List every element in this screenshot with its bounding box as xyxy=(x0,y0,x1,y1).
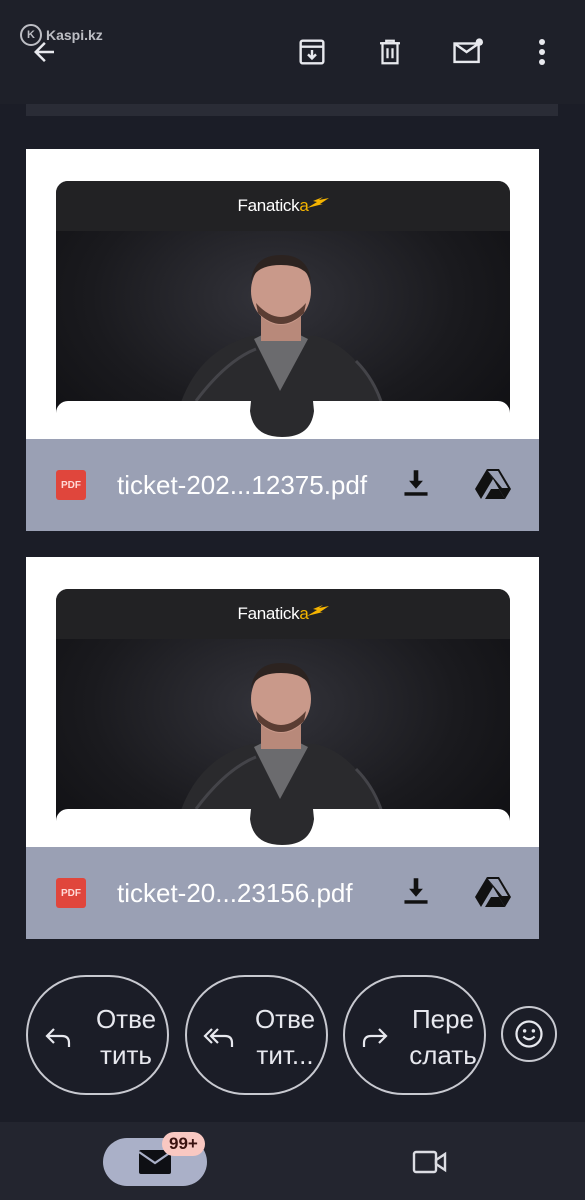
delete-button[interactable] xyxy=(370,32,410,72)
reply-all-label: Отве тит... xyxy=(254,1004,316,1070)
attachment-filename[interactable]: ticket-20...23156.pdf xyxy=(117,878,353,909)
mark-unread-button[interactable] xyxy=(448,32,488,72)
reply-all-icon xyxy=(203,1028,234,1047)
collapsed-message-strip xyxy=(26,104,558,116)
preview-header: Fanaticka xyxy=(56,181,510,231)
attachment-filename[interactable]: ticket-202...12375.pdf xyxy=(117,470,367,501)
attachment-footer: PDF ticket-202...12375.pdf xyxy=(26,439,539,531)
reply-button[interactable]: Отве тить xyxy=(26,975,169,1095)
save-to-drive-button[interactable] xyxy=(475,875,511,911)
reply-label: Отве тить xyxy=(95,1004,157,1070)
forward-icon xyxy=(362,1028,388,1047)
more-vert-icon xyxy=(539,39,545,65)
attachment-preview: Fanaticka xyxy=(56,589,510,859)
archive-button[interactable] xyxy=(292,32,332,72)
watermark: K Kaspi.kz xyxy=(20,24,103,46)
archive-icon xyxy=(299,39,325,65)
download-icon xyxy=(404,878,428,904)
mail-unread-icon xyxy=(453,38,484,64)
google-drive-icon xyxy=(475,469,511,499)
trash-icon xyxy=(380,39,400,65)
attachment-card[interactable]: Fanaticka PDF ticket-20...23156.pdf xyxy=(26,557,539,939)
google-drive-icon xyxy=(475,877,511,907)
attachment-footer: PDF ticket-20...23156.pdf xyxy=(26,847,539,939)
save-to-drive-button[interactable] xyxy=(475,467,511,503)
unread-count-badge: 99+ xyxy=(162,1132,205,1156)
attachment-preview: Fanaticka xyxy=(56,181,510,451)
brand-logo: Fanaticka xyxy=(237,604,309,623)
watermark-text: Kaspi.kz xyxy=(46,27,103,43)
brand-logo: Fanaticka xyxy=(237,196,309,215)
reply-all-button[interactable]: Отве тит... xyxy=(185,975,328,1095)
download-button[interactable] xyxy=(402,468,430,502)
pdf-file-icon: PDF xyxy=(56,470,86,500)
pdf-file-icon: PDF xyxy=(56,878,86,908)
nav-meet-tab[interactable] xyxy=(408,1142,452,1182)
emoji-reaction-button[interactable] xyxy=(501,1006,557,1062)
brand-flame-icon xyxy=(306,197,329,208)
video-camera-icon xyxy=(412,1150,447,1174)
top-app-bar: K Kaspi.kz xyxy=(0,0,585,104)
download-icon xyxy=(404,470,428,496)
reply-icon xyxy=(45,1028,71,1047)
preview-header: Fanaticka xyxy=(56,589,510,639)
forward-label: Пере слать xyxy=(409,1004,477,1070)
watermark-logo: K xyxy=(20,24,42,46)
attachment-card[interactable]: Fanaticka PDF ticket-202...12375.pdf xyxy=(26,149,539,531)
brand-flame-icon xyxy=(306,605,329,616)
download-button[interactable] xyxy=(402,876,430,910)
bottom-navigation: 99+ xyxy=(0,1122,585,1200)
forward-button[interactable]: Пере слать xyxy=(343,975,486,1095)
smiley-icon xyxy=(515,1020,543,1048)
more-button[interactable] xyxy=(524,32,560,72)
